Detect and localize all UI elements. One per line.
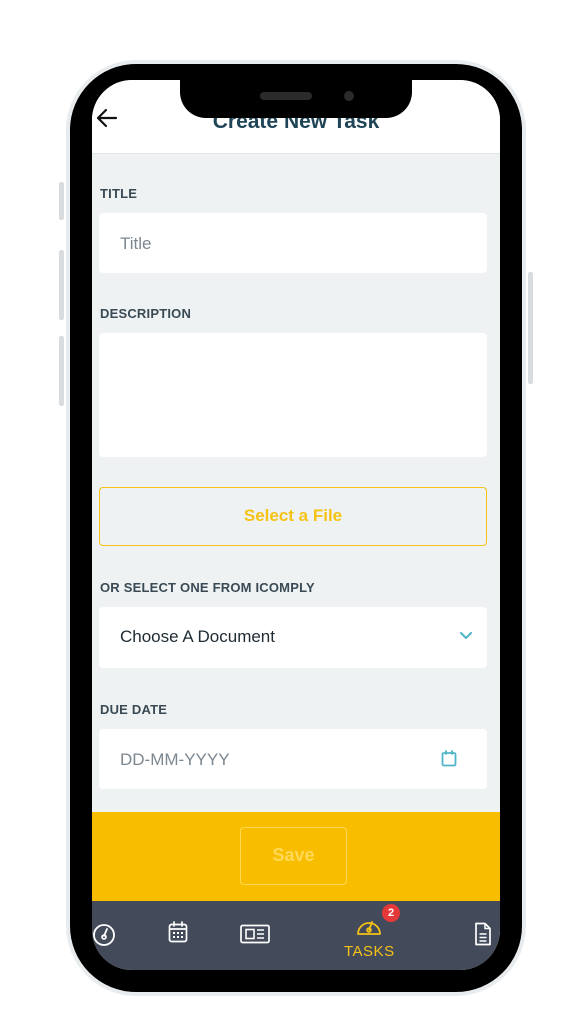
phone-side-button [59, 336, 64, 406]
document-select[interactable]: Choose A Document [99, 607, 487, 668]
app-screen: Create New Task TITLE Title DESCRIPTION … [92, 80, 500, 970]
document-select-value: Choose A Document [120, 627, 275, 646]
icomply-label: OR SELECT ONE FROM ICOMPLY [100, 580, 315, 595]
tasks-badge: 2 [382, 904, 400, 922]
save-button[interactable]: Save [240, 827, 347, 885]
title-placeholder: Title [120, 234, 152, 253]
chevron-down-icon [460, 632, 472, 639]
calendar-icon[interactable] [168, 921, 188, 943]
title-label: TITLE [100, 186, 138, 201]
select-file-button[interactable]: Select a File [99, 487, 487, 546]
due-date-label: DUE DATE [100, 702, 168, 717]
description-label: DESCRIPTION [100, 306, 192, 321]
bottom-tab-bar: 2 TASKS [92, 901, 500, 970]
dashboard-icon[interactable] [92, 923, 116, 947]
phone-side-button [59, 182, 64, 220]
due-date-input[interactable]: DD-MM-YYYY [99, 729, 487, 789]
phone-notch [180, 74, 412, 118]
save-bar: Save [92, 812, 500, 901]
description-textarea[interactable] [99, 333, 487, 457]
front-camera [344, 91, 354, 101]
speaker-grille [260, 92, 312, 100]
due-date-placeholder: DD-MM-YYYY [120, 750, 230, 769]
phone-side-button [59, 250, 64, 320]
title-input[interactable]: Title [99, 213, 487, 273]
tasks-gauge-icon[interactable] [355, 913, 383, 937]
tab-tasks-label[interactable]: TASKS [344, 943, 395, 960]
phone-side-button [528, 272, 533, 384]
news-icon[interactable] [240, 924, 270, 944]
calendar-icon[interactable] [441, 750, 457, 767]
document-icon[interactable] [474, 922, 492, 946]
